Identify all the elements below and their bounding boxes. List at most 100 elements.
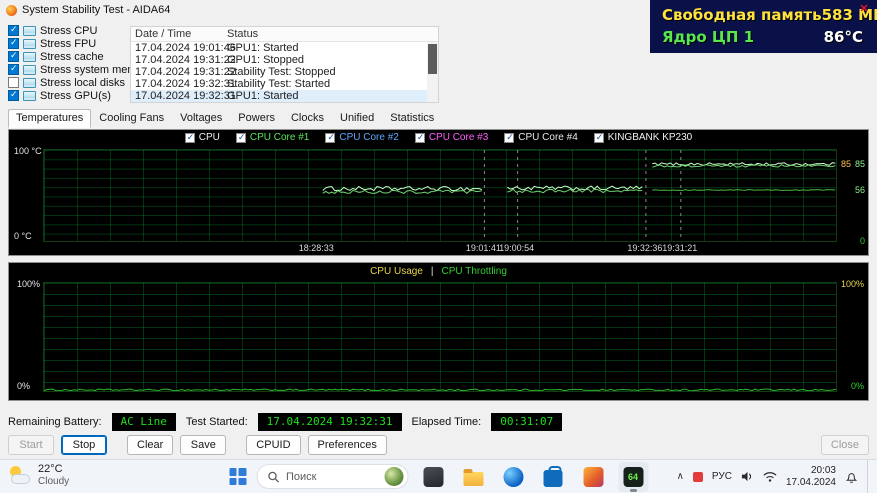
x-axis-tick: 19:32:36 (627, 243, 662, 253)
tab-temperatures[interactable]: Temperatures (8, 109, 91, 128)
taskbar-app-explorer[interactable] (458, 462, 488, 492)
tray-chevron-up-icon[interactable] (677, 471, 684, 482)
right-axis-value: 56 (855, 185, 865, 195)
elapsed-label: Elapsed Time: (412, 416, 482, 428)
legend-checkbox[interactable] (185, 133, 195, 143)
x-axis-tick: 19:01:41 (466, 243, 501, 253)
temperature-plot (43, 149, 837, 242)
y-axis-right-label: 100% (841, 279, 864, 289)
log-row[interactable]: 17.04.2024 19:32:31Stability Test: Start… (131, 78, 438, 90)
cache-icon (23, 52, 36, 62)
legend-label: CPU Core #3 (429, 132, 488, 143)
stress-option-label: Stress FPU (40, 38, 96, 50)
checkbox[interactable] (8, 38, 19, 49)
app-icon (6, 5, 17, 16)
tab-statistics[interactable]: Statistics (382, 109, 442, 128)
test-started-label: Test Started: (186, 416, 248, 428)
log-row[interactable]: 17.04.2024 19:31:22GPU1: Stopped (131, 54, 438, 66)
tab-clocks[interactable]: Clocks (283, 109, 332, 128)
taskbar-app-store[interactable] (538, 462, 568, 492)
log-cell-time: 17.04.2024 19:31:22 (131, 54, 227, 66)
log-cell-status: Stability Test: Stopped (227, 66, 336, 78)
search-input[interactable]: Поиск (256, 464, 408, 489)
weather-temp: 22°C (38, 463, 69, 476)
preferences-button[interactable]: Preferences (308, 435, 387, 455)
y-axis-label: 0% (17, 381, 30, 391)
legend-checkbox[interactable] (504, 133, 514, 143)
cpu-usage-plot (43, 282, 837, 392)
taskbar-center: Поиск 64 (229, 460, 648, 493)
cpu-usage-title: CPU Usage|CPU Throttling (9, 266, 868, 277)
window-close-button[interactable]: ✕ (856, 2, 872, 15)
x-axis-tick: 18:28:33 (299, 243, 334, 253)
osd-value: 86°C (824, 26, 863, 48)
log-cell-time: 17.04.2024 19:32:31 (131, 90, 227, 102)
button-group: Start Stop (8, 435, 107, 455)
checkbox[interactable] (8, 64, 19, 75)
wifi-icon[interactable] (763, 471, 777, 483)
show-desktop-button[interactable] (867, 460, 871, 493)
x-axis-tick: 19:00:54 (499, 243, 534, 253)
taskbar-app-aida64[interactable]: 64 (618, 462, 648, 492)
stop-button[interactable]: Stop (61, 435, 107, 455)
taskbar-app-edge[interactable] (498, 462, 528, 492)
log-cell-status: GPU1: Stopped (227, 54, 304, 66)
checkbox[interactable] (8, 77, 19, 88)
legend-checkbox[interactable] (325, 133, 335, 143)
temperature-legend: CPUCPU Core #1CPU Core #2CPU Core #3CPU … (9, 132, 868, 143)
elapsed-value: 00:31:07 (491, 413, 562, 431)
tab-voltages[interactable]: Voltages (172, 109, 230, 128)
tray-app-icon[interactable] (693, 472, 703, 482)
close-button[interactable]: Close (821, 435, 869, 455)
tray-clock[interactable]: 20:03 17.04.2024 (786, 465, 836, 489)
weather-icon (8, 465, 32, 487)
osd-overlay: Свободная память583 МБЯдро ЦП 186°C (650, 0, 877, 53)
fpu-icon (23, 39, 36, 49)
volume-icon[interactable] (741, 470, 754, 483)
cpuid-button[interactable]: CPUID (246, 435, 300, 455)
checkbox[interactable] (8, 25, 19, 36)
search-placeholder: Поиск (286, 471, 316, 483)
log-cell-status: GPU1: Started (227, 42, 299, 54)
log-scrollbar[interactable] (427, 42, 438, 102)
y-axis-label: 0 °C (14, 231, 32, 241)
log-row[interactable]: 17.04.2024 19:01:46GPU1: Started (131, 42, 438, 54)
tab-powers[interactable]: Powers (230, 109, 283, 128)
taskbar-app-photos[interactable] (578, 462, 608, 492)
save-button[interactable]: Save (180, 435, 226, 455)
log-col-status: Status (227, 27, 258, 41)
tab-cooling-fans[interactable]: Cooling Fans (91, 109, 172, 128)
search-highlight-image[interactable] (384, 467, 403, 486)
right-axis-value: 0 (860, 236, 865, 246)
legend-checkbox[interactable] (236, 133, 246, 143)
taskbar-app-taskview[interactable] (418, 462, 448, 492)
osd-line-1: Ядро ЦП 186°C (662, 26, 863, 48)
legend-label: KINGBANK KP230 (608, 132, 692, 143)
tab-unified[interactable]: Unified (332, 109, 382, 128)
checkbox[interactable] (8, 51, 19, 62)
legend-checkbox[interactable] (594, 133, 604, 143)
start-button[interactable]: Start (8, 435, 54, 455)
disk-icon (23, 78, 36, 88)
log-cell-time: 17.04.2024 19:01:46 (131, 42, 227, 54)
weather-desc: Cloudy (38, 476, 69, 488)
legend-item: KINGBANK KP230 (594, 132, 692, 143)
language-indicator[interactable]: РУС (712, 471, 732, 482)
y-axis-label: 100 °C (14, 146, 42, 156)
start-button[interactable] (229, 468, 246, 485)
chart-title-part: | (431, 266, 434, 277)
weather-widget[interactable]: 22°C Cloudy (8, 463, 69, 488)
tab-bar: TemperaturesCooling FansVoltagesPowersCl… (8, 110, 442, 128)
temperature-chart-panel: CPUCPU Core #1CPU Core #2CPU Core #3CPU … (8, 129, 869, 256)
legend-item: CPU (185, 132, 220, 143)
battery-label: Remaining Battery: (8, 416, 102, 428)
log-row[interactable]: 17.04.2024 19:31:22Stability Test: Stopp… (131, 66, 438, 78)
right-axis-value: 85 (841, 159, 851, 169)
clear-button[interactable]: Clear (127, 435, 173, 455)
clock-time: 20:03 (786, 465, 836, 477)
legend-checkbox[interactable] (415, 133, 425, 143)
log-scrollbar-thumb[interactable] (428, 44, 437, 74)
log-row[interactable]: 17.04.2024 19:32:31GPU1: Started (131, 90, 438, 102)
notifications-bell-icon[interactable] (845, 470, 858, 484)
checkbox[interactable] (8, 90, 19, 101)
